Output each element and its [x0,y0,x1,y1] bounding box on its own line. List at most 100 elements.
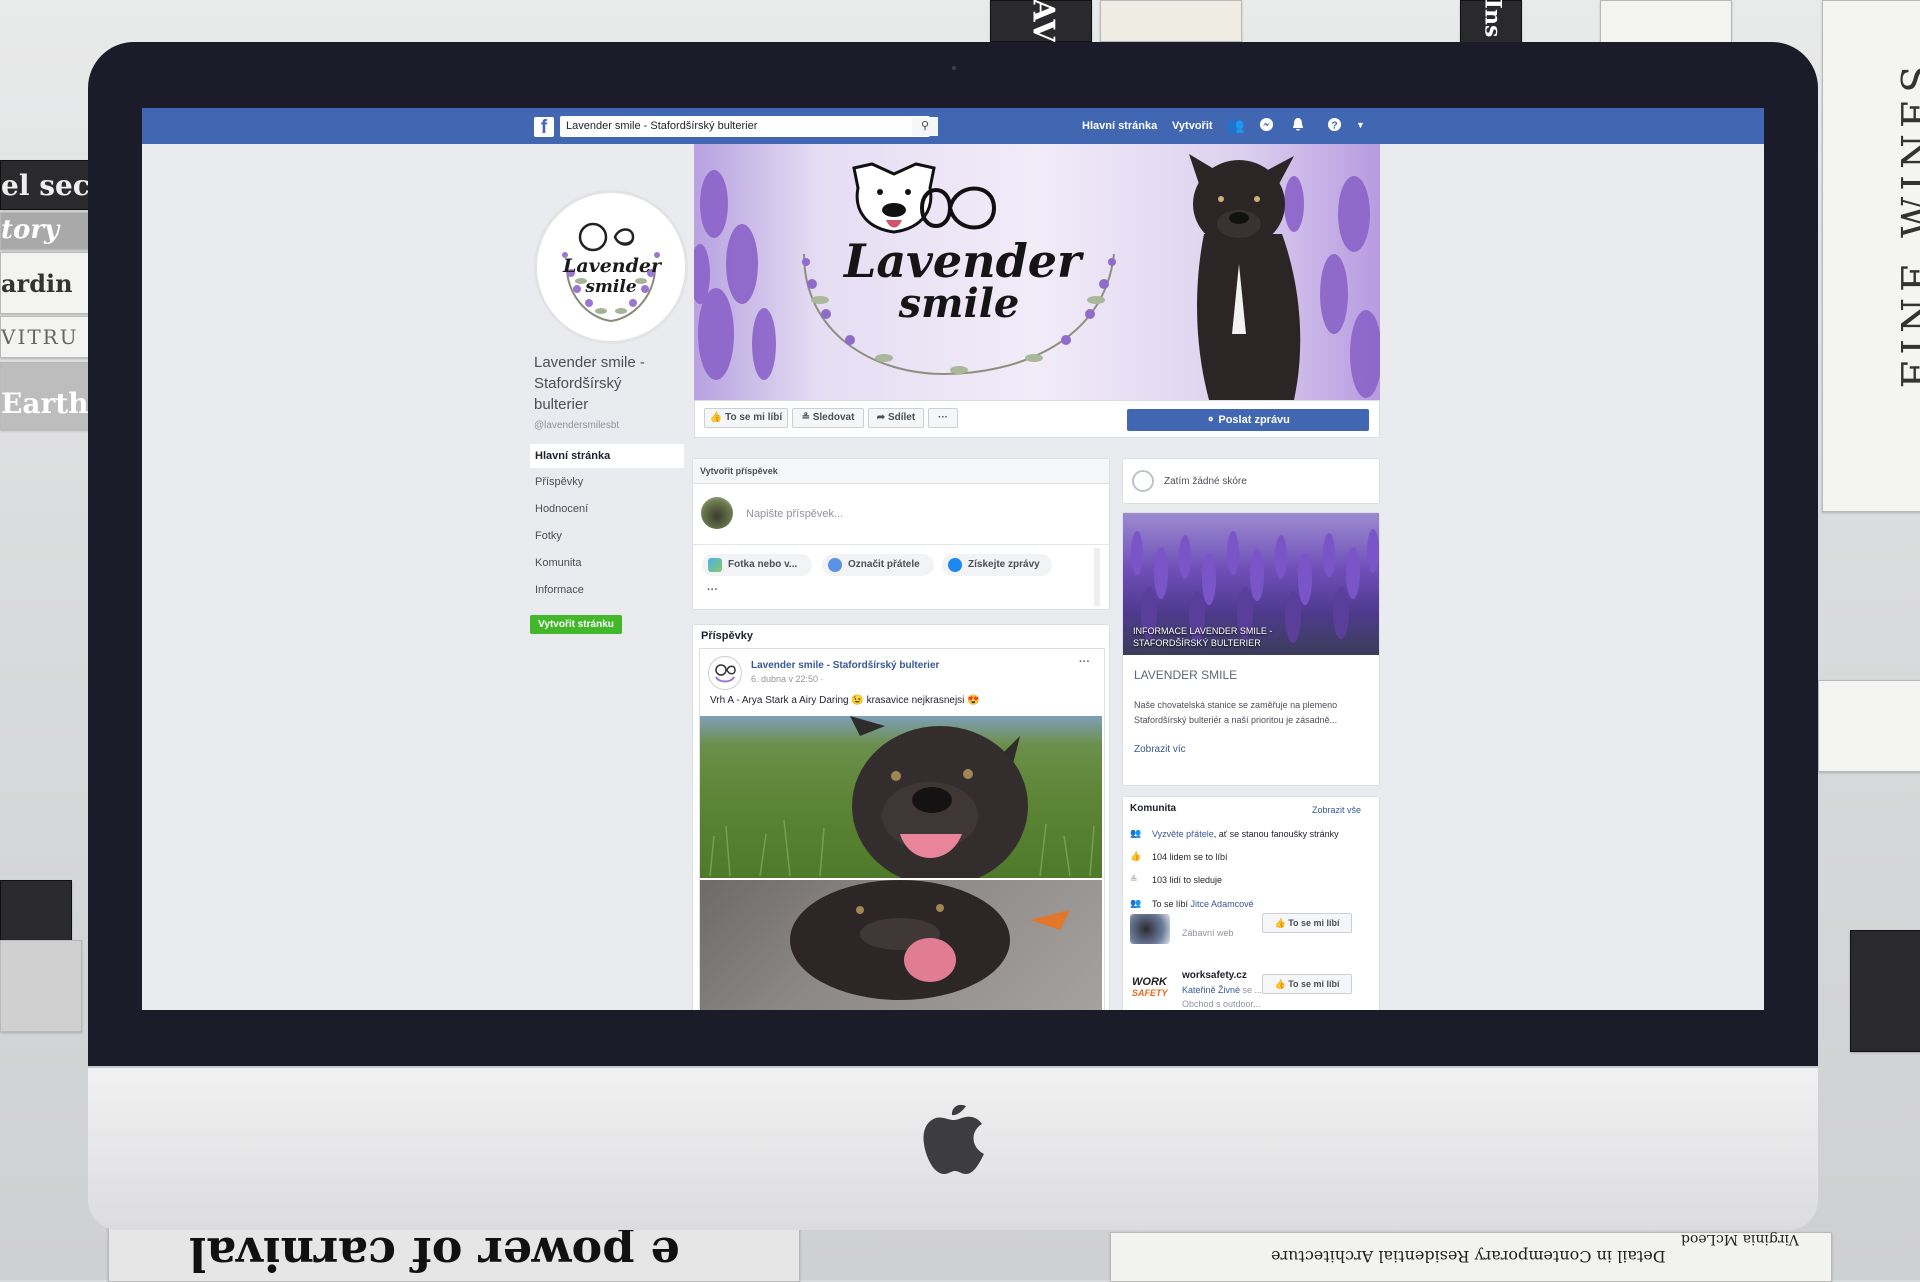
top-book-4 [1600,0,1732,48]
cover-photo[interactable]: Lavender smile [694,144,1380,400]
suggestion-2-friend: Kateřině Živné se ... [1182,985,1263,995]
messenger-icon [948,558,962,572]
post-date[interactable]: 6. dubna v 22:50 · [751,674,824,684]
messenger-icon: ⚬ [1206,414,1216,426]
post-author-avatar[interactable] [708,656,742,690]
invite-friends-row: Vyzvěte přátele, ať se stanou fanoušky s… [1152,829,1339,839]
cover-dog [1189,154,1301,400]
get-messages-button[interactable]: Získejte zprávy [942,554,1052,576]
bottom-book-architecture: Detail in Contemporary Residential Archi… [1110,1231,1832,1282]
likes-count: 104 lidem se to líbí [1152,852,1228,862]
suggestion-2-category: Obchod s outdoor... [1182,999,1261,1009]
top-book-1: AV [990,0,1092,43]
about-photo-caption: INFORMACE LAVENDER SMILE - STAFORDŠÍRSKÝ… [1133,626,1273,648]
composer-scrollbar[interactable] [1094,548,1100,606]
send-message-button[interactable]: ⚬ Poslat zprávu [1127,409,1369,431]
post-author-name[interactable]: Lavender smile - Stafordšírský bulterier [751,660,939,671]
thumbs-up-icon: 👍 [1274,979,1286,989]
thumbs-up-icon: 👍 [709,412,723,423]
community-show-all-link[interactable]: Zobrazit vše [1312,805,1361,815]
apple-logo-icon [923,1104,984,1174]
liked-by-icon: 👥 [1130,898,1142,908]
composer-more-button[interactable]: ··· [707,584,718,596]
share-button[interactable]: ➦ Sdílet [868,408,924,428]
post-photo-1[interactable] [700,716,1102,878]
side-menu-community[interactable]: Komunita [535,557,581,569]
top-book-2 [1100,0,1242,42]
rating-icon [1132,470,1154,492]
liked-by-row: To se líbí Jitce Adamcové [1152,899,1254,909]
post-text: Vrh A - Arya Stark a Airy Daring 😉 krasa… [710,695,980,706]
worksafety-logo[interactable]: WORK SAFETY [1130,974,1170,1004]
composer-divider [693,544,1109,545]
avatar-logo-icon [715,664,736,683]
invite-friends-icon: 👥 [1130,828,1142,838]
photo-icon [708,558,722,572]
side-menu-home[interactable]: Hlavní stránka [530,444,684,468]
side-menu-photos[interactable]: Fotky [535,530,562,542]
about-lavender-photo[interactable]: INFORMACE LAVENDER SMILE - STAFORDŠÍRSKÝ… [1123,513,1379,655]
composer-input[interactable]: Napište příspěvek... [746,508,1086,520]
liked-by-friend-link[interactable]: Jitce Adamcové [1191,899,1254,909]
suggestion-1-like-button[interactable]: 👍 To se mi líbí [1262,913,1352,933]
profile-logo-line1: Lavender [563,255,661,277]
composer-avatar [701,497,733,529]
bottom-book-carnival: e power of carnival [108,1222,800,1282]
suggestion-2-like-button[interactable]: 👍 To se mi líbí [1262,974,1352,994]
screen: f Lavender smile - Stafordšírský bulteri… [142,108,1764,1010]
suggestion-1-avatar[interactable] [1130,914,1170,944]
post-options-button[interactable]: ··· [1079,656,1090,668]
photo-video-button[interactable]: Fotka nebo v... [702,554,812,576]
about-title: LAVENDER SMILE [1134,668,1238,682]
invite-friends-link[interactable]: Vyzvěte přátele [1152,829,1214,839]
thumbs-up-icon: 👍 [1274,918,1286,928]
account-menu-chevron-icon[interactable]: ▼ [1352,117,1369,134]
right-standing-book: FINE WINES [1822,0,1920,512]
right-lower-book-2 [1850,930,1920,1052]
camera-dot [952,66,956,70]
page-handle: @lavendersmilesbt [534,420,620,431]
top-book-3: Ins [1460,0,1522,46]
page-title: Lavender smile - Stafordšírský bulterier [534,354,645,413]
about-show-more-link[interactable]: Zobrazit víc [1134,744,1186,755]
profile-picture[interactable]: Lavender smile [534,190,688,344]
followers-count: 103 lidí to sleduje [1152,875,1223,885]
cover-logo-line2: smile [898,280,1020,327]
composer-title: Vytvořit příspěvek [700,466,778,476]
messenger-icon[interactable] [1258,117,1275,134]
left-lower-book-2 [0,940,82,1032]
share-arrow-icon: ➦ [876,412,886,423]
side-menu-reviews[interactable]: Hodnocení [535,503,588,515]
more-options-button[interactable]: ··· [928,408,958,428]
community-title: Komunita [1130,803,1177,814]
nav-create[interactable]: Vytvořit [1172,120,1213,132]
dog-on-grass-graphic [709,716,1095,878]
notifications-bell-icon[interactable] [1289,117,1306,134]
profile-logo-line2: smile [585,277,637,297]
tag-friends-icon [828,558,842,572]
rating-card [1122,458,1380,504]
search-icon[interactable]: ⚲ [912,117,938,136]
search-input[interactable]: Lavender smile - Stafordšírský bulterier [560,116,930,137]
svg-text:?: ? [1331,120,1337,131]
posts-header: Příspěvky [701,630,753,642]
friends-icon[interactable]: 👥 [1227,117,1244,134]
create-page-button[interactable]: Vytvořit stránku [530,615,622,634]
rss-icon: ≗ [801,412,810,423]
like-page-button[interactable]: 👍 To se mi líbí [704,408,788,428]
side-menu-posts[interactable]: Příspěvky [535,476,583,488]
dog-lying-graphic [790,880,1070,1000]
right-lower-book [1818,680,1920,772]
help-icon[interactable]: ? [1326,117,1343,134]
left-book-stack: el secur tory ardin VITRU Earth [0,130,125,510]
left-lower-book [0,880,72,942]
rating-text: Zatím žádné skóre [1164,476,1247,487]
suggestion-2-name[interactable]: worksafety.cz [1182,970,1247,981]
follow-button[interactable]: ≗ Sledovat [792,408,864,428]
post-photo-2[interactable] [700,880,1102,1010]
tag-friends-button[interactable]: Označit přátele [822,554,934,576]
side-menu-info[interactable]: Informace [535,584,584,596]
facebook-logo-icon[interactable]: f [534,117,554,138]
facebook-topbar [142,108,1764,144]
nav-home[interactable]: Hlavní stránka [1082,120,1157,132]
